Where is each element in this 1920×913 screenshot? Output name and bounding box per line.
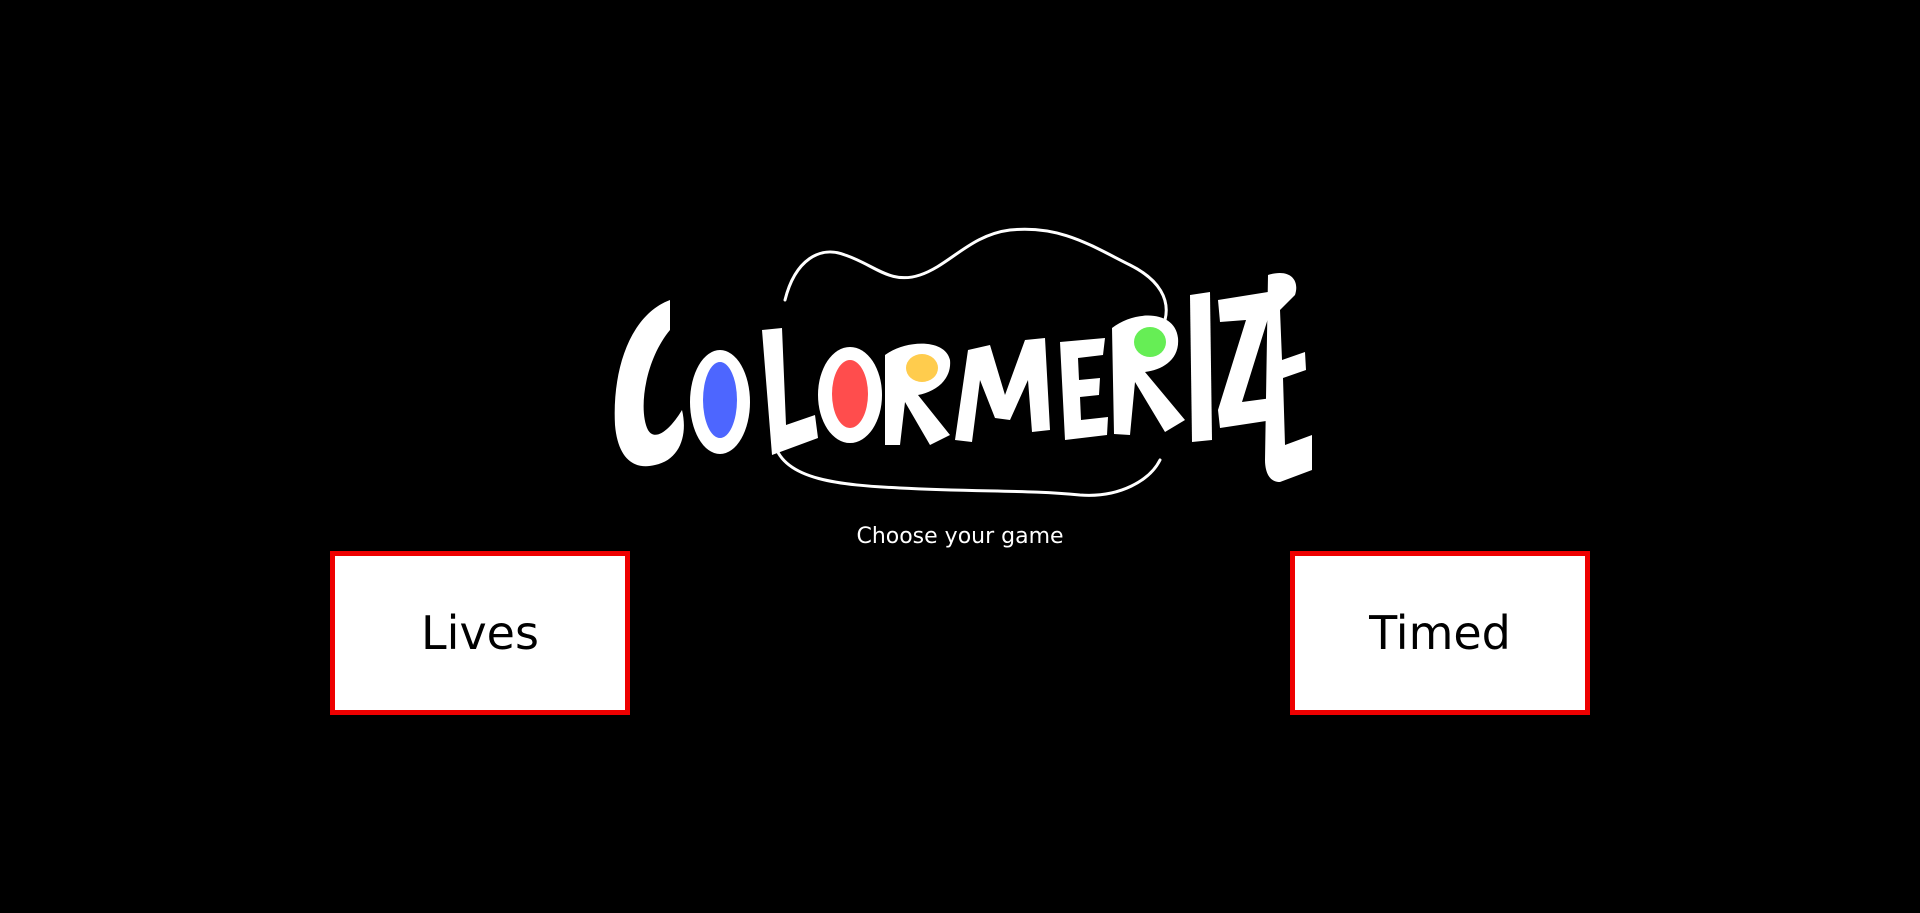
logo-letter-i: [1190, 292, 1212, 442]
choose-game-prompt: Choose your game: [856, 524, 1064, 549]
lives-mode-button[interactable]: Lives: [330, 551, 630, 715]
logo-letter-o-1-fill: [703, 362, 737, 438]
logo-letter-r-1-fill: [906, 354, 938, 382]
game-menu-screen: Choose your game Lives Timed: [0, 0, 1920, 913]
logo-letter-m: [955, 338, 1050, 442]
logo-letter-o-2-fill: [832, 360, 868, 428]
logo-letter-e-2: [1265, 272, 1312, 482]
timed-mode-button[interactable]: Timed: [1290, 551, 1590, 715]
colormerize-logo: [614, 227, 1312, 497]
logo-outline-bottom: [773, 443, 1162, 497]
logo-letter-z: [1218, 292, 1273, 428]
logo-outline-top: [783, 227, 1168, 322]
logo-letter-l: [762, 328, 818, 455]
logo-letter-r-2-fill: [1134, 327, 1166, 357]
logo-letter-e-1: [1060, 338, 1108, 440]
logo-letter-c: [614, 300, 684, 467]
